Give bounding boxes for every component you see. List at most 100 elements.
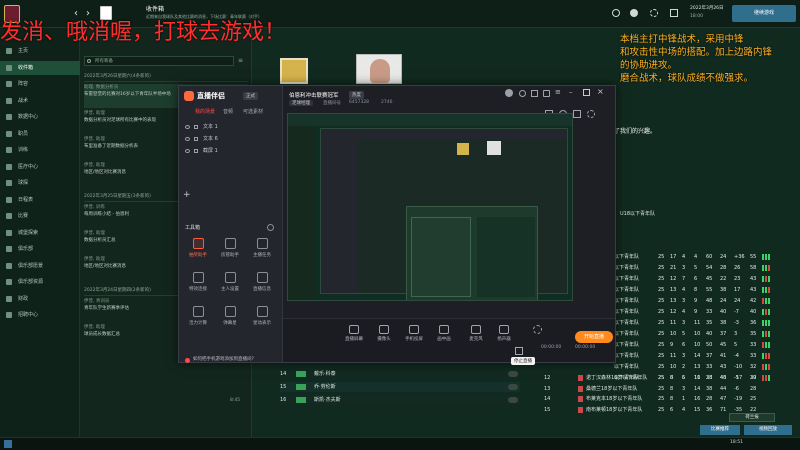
menu-icon[interactable]: ≡: [555, 88, 561, 96]
sidebar-item[interactable]: 财政: [0, 292, 80, 306]
tool-item[interactable]: 弹幕星: [215, 306, 245, 332]
dropdown-icon[interactable]: [508, 371, 518, 377]
control-5[interactable]: 扬声器: [491, 325, 517, 342]
table-row[interactable]: 以下青年队 25 12 4 9 33 40 -7 40: [614, 307, 774, 317]
globe-icon[interactable]: [612, 9, 620, 17]
start-live-button[interactable]: 开始直播: [575, 331, 613, 343]
bell-icon[interactable]: [543, 90, 550, 97]
sidebar-item[interactable]: 数据中心: [0, 110, 80, 124]
settings-icon[interactable]: [533, 325, 542, 334]
form-indicator: [762, 320, 772, 326]
tip-link[interactable]: 如何把手机游戏添加到直播间?: [193, 356, 254, 362]
lock-icon[interactable]: [194, 137, 198, 141]
sidebar-item[interactable]: 训练: [0, 143, 80, 157]
table-row[interactable]: 以下青年队 25 11 3 14 37 41 -4 33: [614, 351, 774, 361]
sidebar-item[interactable]: 球探: [0, 176, 80, 190]
match-recommend-button[interactable]: 比赛推荐: [700, 425, 740, 435]
sidebar-item[interactable]: 城堡探索: [0, 226, 80, 240]
table-row[interactable]: 13 桑德兰18岁以下青年队 25 8 3 14 38 44 -6 28: [544, 384, 774, 394]
table-row[interactable]: 以下青年队 25 17 4 4 60 24 +36 55: [614, 252, 774, 262]
filter-icon[interactable]: ≡: [238, 56, 248, 66]
crop-icon[interactable]: [573, 110, 581, 118]
table-cell-w: 6: [670, 406, 674, 413]
windows-start-icon[interactable]: [4, 440, 12, 448]
table-row[interactable]: 以下青年队 25 13 4 8 55 38 17 43: [614, 285, 774, 295]
dropdown-icon[interactable]: [508, 384, 518, 390]
table-row[interactable]: 12 诺丁汉森林16岁以下青年队 25 8 5 10 38 40 -5 29: [544, 373, 774, 383]
gear-icon[interactable]: [650, 9, 658, 17]
lock-icon[interactable]: [194, 149, 198, 153]
table-cell-pts: 58: [750, 265, 757, 271]
sidebar-item[interactable]: 职员: [0, 127, 80, 141]
minimize-icon[interactable]: –: [569, 88, 573, 96]
lock-icon[interactable]: [194, 125, 198, 129]
sidebar-item[interactable]: 俱乐部资源: [0, 275, 80, 289]
control-3[interactable]: 画中画: [431, 325, 457, 342]
sidebar-item[interactable]: 收件箱: [0, 60, 80, 75]
list-item[interactable]: 16 斯凯·杰夫斯: [280, 395, 520, 405]
table-row[interactable]: 以下青年队 25 11 3 11 35 38 -3 36: [614, 318, 774, 328]
sidebar-item[interactable]: 俱乐部愿景: [0, 259, 80, 273]
sidebar-item[interactable]: 招聘中心: [0, 308, 80, 322]
table-cell-gf: 45: [706, 276, 713, 282]
source-item[interactable]: 文本 6: [185, 134, 277, 144]
source-item[interactable]: 文本 1: [185, 122, 277, 132]
control-1[interactable]: 摄像头: [371, 325, 397, 342]
table-row[interactable]: 15 南布莱顿18岁以下青年队 25 6 4 15 36 71 -35 22: [544, 405, 774, 415]
tab-audio[interactable]: 音频: [223, 108, 233, 115]
tool-item[interactable]: 星动表示: [247, 306, 277, 332]
control-4[interactable]: 麦克风: [463, 325, 489, 342]
close-icon[interactable]: ×: [597, 87, 604, 96]
message-icon[interactable]: [531, 90, 538, 97]
sidebar-item[interactable]: 战术: [0, 94, 80, 108]
source-item[interactable]: 截屏 1: [185, 146, 277, 156]
list-item[interactable]: 14 戴乐·科泰: [280, 369, 520, 379]
room-category[interactable]: 足球经理: [289, 100, 313, 106]
form-bar: [765, 364, 767, 370]
maximize-icon[interactable]: [583, 89, 590, 96]
tool-item[interactable]: 主人设置: [215, 272, 245, 298]
tool-item[interactable]: 活力计算: [183, 306, 213, 332]
preview-settings-icon[interactable]: [587, 110, 595, 118]
sidebar-item[interactable]: 俱乐部: [0, 242, 80, 256]
tool-item[interactable]: 房管助手: [215, 238, 245, 264]
tool-item[interactable]: 特效连接: [183, 272, 213, 298]
sidebar-item[interactable]: 日程表: [0, 193, 80, 207]
tool-item[interactable]: 主播任务: [247, 238, 277, 264]
table-row[interactable]: 以下青年队 25 21 3 5 54 28 26 58: [614, 263, 774, 273]
sidebar-item[interactable]: 阵容: [0, 77, 80, 91]
help-icon[interactable]: [630, 9, 638, 17]
tab-my-scene[interactable]: 我的场景: [195, 108, 215, 115]
control-2[interactable]: 手机投屏: [401, 325, 427, 342]
continue-button[interactable]: 继续游戏: [732, 5, 796, 22]
more-tools-icon[interactable]: [267, 224, 274, 231]
tool-item[interactable]: 直播信息: [247, 272, 277, 298]
eye-icon[interactable]: [185, 125, 190, 129]
sidebar-item[interactable]: 主页: [0, 44, 80, 58]
tool-item[interactable]: 抽奖助手: [183, 238, 213, 264]
table-cell-gf: 28: [706, 396, 713, 402]
table-row[interactable]: 以下青年队 25 12 7 6 45 22 23 43: [614, 274, 774, 284]
stop-live-icon[interactable]: [515, 347, 523, 355]
sidebar-item-label: 收件箱: [18, 64, 34, 71]
inbox-search-input[interactable]: 所有筹备: [84, 56, 234, 66]
table-row[interactable]: 以下青年队 25 10 2 13 33 43 -10 32: [614, 362, 774, 372]
live-icon[interactable]: [519, 90, 526, 97]
dropdown-icon[interactable]: [508, 397, 518, 403]
table-row[interactable]: 以下青年队 25 13 3 9 48 24 24 42: [614, 296, 774, 306]
video-replay-button[interactable]: 视频回放: [744, 425, 792, 435]
user-avatar[interactable]: [505, 89, 513, 97]
sidebar-item[interactable]: 医疗中心: [0, 160, 80, 174]
eye-icon[interactable]: [185, 149, 190, 153]
list-item[interactable]: 15 乔·劳伦斯: [280, 382, 520, 392]
control-0[interactable]: 直播屏幕: [341, 325, 367, 342]
table-row[interactable]: 14 布莱克本18岁以下青年队 25 8 1 16 28 47 -19 25: [544, 394, 774, 404]
menu-icon[interactable]: [670, 9, 678, 17]
stream-preview[interactable]: [287, 113, 573, 301]
tab-materials[interactable]: 可选素材: [243, 108, 263, 115]
add-source-icon[interactable]: +: [183, 190, 191, 200]
sidebar-item[interactable]: 比赛: [0, 209, 80, 223]
table-row[interactable]: 以下青年队 25 9 6 10 50 45 5 33: [614, 340, 774, 350]
eye-icon[interactable]: [185, 137, 190, 141]
table-row[interactable]: 以下青年队 25 10 5 10 40 37 3 35: [614, 329, 774, 339]
